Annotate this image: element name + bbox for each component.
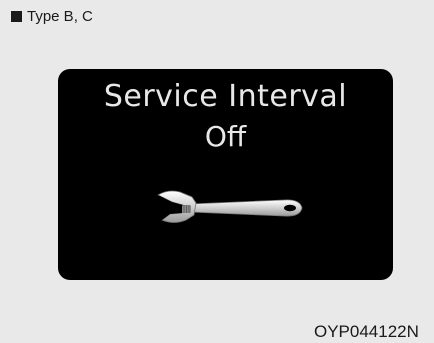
wrench-icon: [156, 190, 303, 223]
square-bullet-icon: [11, 11, 22, 22]
section-label: Type B, C: [11, 8, 93, 25]
manual-figure: Type B, C Service Interval Off OYP044122…: [0, 0, 434, 343]
display-title: Service Interval: [103, 79, 348, 114]
type-label: Type B, C: [27, 8, 93, 25]
figure-code: OYP044122N: [314, 322, 419, 341]
cluster-display: Service Interval Off: [58, 69, 393, 280]
display-status: Off: [204, 120, 247, 153]
